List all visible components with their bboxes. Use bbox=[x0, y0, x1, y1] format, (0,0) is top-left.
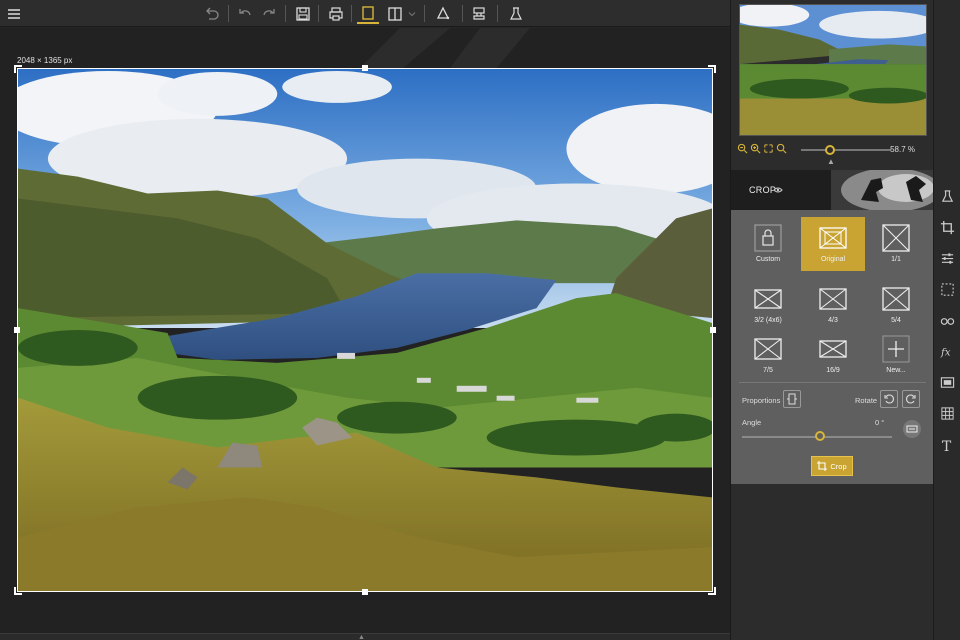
square-ratio-icon bbox=[882, 224, 910, 252]
lock-icon bbox=[754, 224, 782, 252]
crop-tool-icon[interactable] bbox=[938, 218, 956, 236]
zoom-slider-knob[interactable] bbox=[825, 145, 835, 155]
crop-corner-bl[interactable] bbox=[14, 587, 22, 595]
zoom-actual-icon[interactable] bbox=[763, 143, 774, 154]
angle-label: Angle bbox=[742, 418, 762, 427]
reset-icon bbox=[906, 425, 918, 433]
ratio-1-1[interactable]: 1/1 bbox=[866, 217, 926, 271]
proportions-toggle[interactable] bbox=[783, 390, 801, 408]
image-ratio-icon bbox=[819, 227, 847, 249]
ratio-label: New... bbox=[886, 367, 906, 374]
angle-reset-button[interactable] bbox=[903, 420, 921, 438]
crop-corner-tr[interactable] bbox=[708, 65, 716, 73]
photo-image[interactable] bbox=[17, 68, 713, 592]
rotate-right-button[interactable] bbox=[902, 390, 920, 408]
adjust-tool-icon[interactable] bbox=[938, 249, 956, 267]
ratio-label: 7/5 bbox=[763, 367, 773, 374]
ratio-3-2[interactable]: 3/2 (4x6) bbox=[738, 278, 798, 332]
rotate-left-button[interactable] bbox=[880, 390, 898, 408]
crop-header: CROP bbox=[731, 170, 934, 210]
crop-handle-left[interactable] bbox=[14, 327, 20, 333]
rotate-left-icon bbox=[884, 394, 894, 404]
ratio-label: 5/4 bbox=[891, 317, 901, 324]
crop-corner-br[interactable] bbox=[708, 587, 716, 595]
single-view-icon[interactable] bbox=[357, 3, 379, 24]
lab-tool-icon[interactable] bbox=[938, 187, 956, 205]
crop-options: Custom Original 1/1 3/2 (4x6) 4/3 5/4 7/… bbox=[731, 210, 934, 484]
eye-icon[interactable] bbox=[773, 185, 783, 195]
navigator-thumbnail[interactable] bbox=[739, 4, 927, 136]
angle-value: 0 ° bbox=[875, 418, 885, 427]
frame-tool-icon[interactable] bbox=[938, 373, 956, 391]
crop-button[interactable]: Crop bbox=[811, 456, 853, 476]
text-tool-icon[interactable]: T bbox=[938, 436, 956, 454]
collapse-arrow-icon[interactable]: ▲ bbox=[827, 157, 835, 166]
panel-empty-area bbox=[731, 484, 934, 640]
plus-icon bbox=[882, 335, 910, 363]
hands-frame-icon bbox=[831, 170, 934, 210]
top-toolbar bbox=[0, 0, 730, 27]
ratio-label: 1/1 bbox=[891, 256, 901, 263]
image-size-label: 2048 × 1365 px bbox=[17, 56, 73, 65]
svg-text:fx: fx bbox=[940, 346, 951, 358]
bottom-bar: ▲ bbox=[0, 633, 730, 640]
chevron-up-icon[interactable]: ▲ bbox=[358, 634, 365, 640]
rotate-right-icon bbox=[906, 394, 916, 404]
ratio-7-5-icon bbox=[754, 338, 782, 360]
ratio-new[interactable]: New... bbox=[866, 328, 926, 382]
ratio-5-4-icon bbox=[882, 287, 910, 311]
fx-tool-icon[interactable]: fx bbox=[938, 342, 956, 360]
photo-editor-app: 2048 × 1365 px ▲ 58.7 % ▲ CROP Custom Or… bbox=[0, 0, 960, 640]
crop-handle-right[interactable] bbox=[710, 327, 716, 333]
right-panel: 58.7 % ▲ CROP Custom Original 1/1 3/2 (4… bbox=[730, 0, 934, 640]
undo-all-icon[interactable] bbox=[201, 3, 223, 24]
ratio-original[interactable]: Original bbox=[801, 217, 865, 271]
zoom-out-icon[interactable] bbox=[737, 143, 748, 154]
ratio-16-9-icon bbox=[819, 340, 847, 358]
zoom-fit-icon[interactable] bbox=[776, 143, 787, 154]
ratio-7-5[interactable]: 7/5 bbox=[738, 328, 798, 382]
ratio-4-3-icon bbox=[819, 288, 847, 310]
save-icon[interactable] bbox=[292, 3, 314, 24]
proportions-label: Proportions bbox=[742, 396, 781, 405]
image-canvas[interactable]: 2048 × 1365 px bbox=[0, 28, 730, 633]
glasses-tool-icon[interactable] bbox=[938, 311, 956, 329]
ratio-label: Original bbox=[820, 256, 846, 263]
crop-handle-bottom[interactable] bbox=[362, 589, 368, 595]
ratio-label: 3/2 (4x6) bbox=[754, 317, 782, 324]
crop-handle-top[interactable] bbox=[362, 65, 368, 71]
print-icon[interactable] bbox=[325, 3, 347, 24]
zoom-in-icon[interactable] bbox=[750, 143, 761, 154]
ratio-5-4[interactable]: 5/4 bbox=[866, 278, 926, 332]
zoom-row: 58.7 % bbox=[737, 142, 927, 158]
texture-tool-icon[interactable] bbox=[938, 404, 956, 422]
zoom-value: 58.7 % bbox=[890, 145, 915, 154]
crop-button-label: Crop bbox=[830, 461, 847, 471]
zoom-slider-track[interactable] bbox=[801, 149, 891, 151]
redo-icon[interactable] bbox=[258, 3, 280, 24]
selection-tool-icon[interactable] bbox=[938, 280, 956, 298]
undo-icon[interactable] bbox=[234, 3, 256, 24]
ratio-custom[interactable]: Custom bbox=[738, 217, 798, 271]
lab-icon[interactable] bbox=[505, 3, 527, 24]
ratio-16-9[interactable]: 16/9 bbox=[803, 328, 863, 382]
crop-corner-tl[interactable] bbox=[14, 65, 22, 73]
ratio-label: 16/9 bbox=[826, 367, 840, 374]
ratio-3-2-icon bbox=[754, 289, 782, 309]
tool-strip: fx T bbox=[933, 0, 960, 640]
angle-slider-knob[interactable] bbox=[815, 431, 825, 441]
ratio-label: 4/3 bbox=[828, 317, 838, 324]
stamp-icon[interactable] bbox=[468, 3, 490, 24]
menu-icon[interactable] bbox=[3, 3, 25, 24]
shape-icon[interactable] bbox=[432, 3, 454, 24]
chevron-down-icon[interactable] bbox=[406, 3, 418, 24]
crop-icon bbox=[817, 461, 828, 471]
ratio-label: Custom bbox=[755, 256, 781, 263]
compare-view-icon[interactable] bbox=[384, 3, 406, 24]
proportions-icon bbox=[787, 393, 797, 405]
svg-text:T: T bbox=[941, 439, 951, 453]
rotate-label: Rotate bbox=[855, 396, 878, 405]
ratio-4-3[interactable]: 4/3 bbox=[803, 278, 863, 332]
